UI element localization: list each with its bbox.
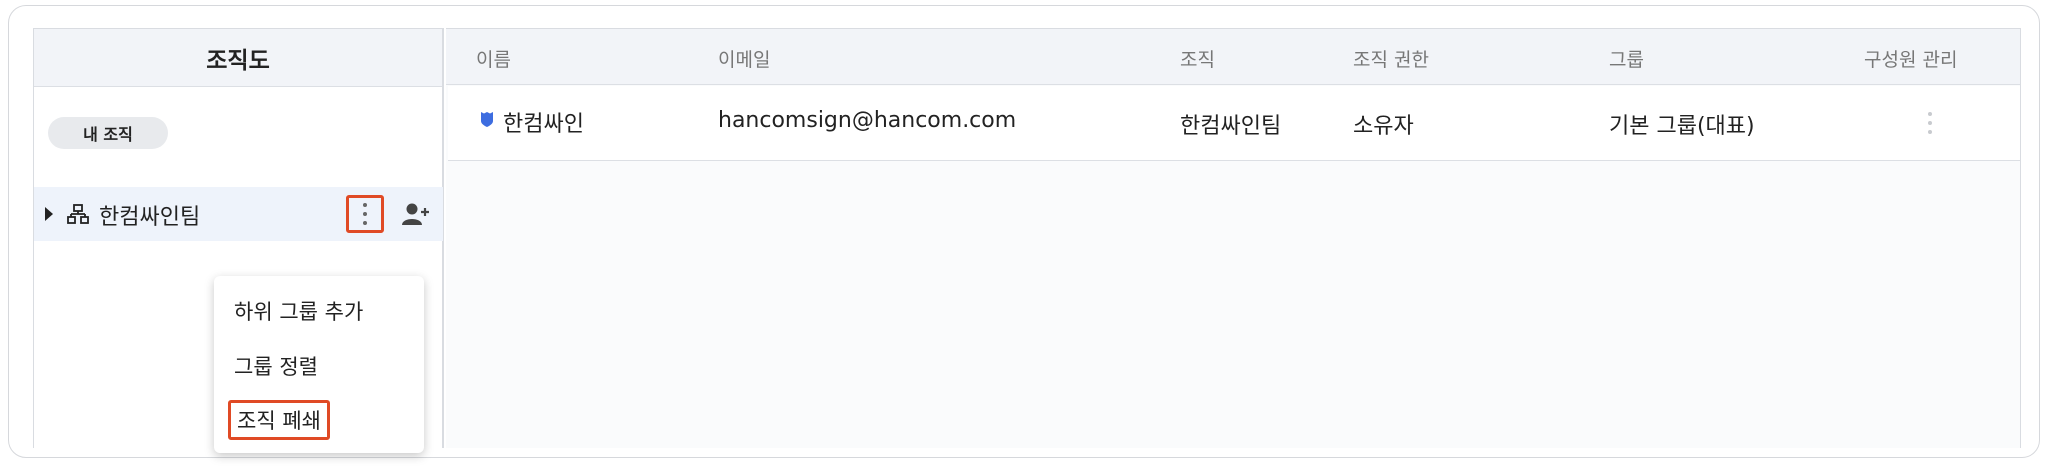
table-header: 이름 이메일 조직 조직 권한 그룹 구성원 관리 <box>446 29 2020 85</box>
tree-item-org[interactable]: 한컴싸인팀 <box>34 187 443 241</box>
table-row[interactable]: 한컴싸인 hancomsign@hancom.com 한컴싸인팀 소유자 기본 … <box>448 86 2020 161</box>
cell-org: 한컴싸인팀 <box>1180 114 1282 139</box>
menu-item-sort-group[interactable]: 그룹 정렬 <box>234 351 318 381</box>
column-header-email: 이메일 <box>718 49 771 71</box>
add-person-icon[interactable] <box>402 201 430 227</box>
column-header-role: 조직 권한 <box>1353 49 1429 71</box>
column-header-org: 조직 <box>1180 49 1215 71</box>
cell-email: hancomsign@hancom.com <box>718 108 1017 133</box>
caret-right-icon[interactable] <box>45 207 53 221</box>
column-header-name: 이름 <box>476 49 511 71</box>
member-table: 이름 이메일 조직 조직 권한 그룹 구성원 관리 한컴싸인 hancomsig… <box>446 28 2021 448</box>
tree-item-label: 한컴싸인팀 <box>99 205 201 230</box>
owner-shield-icon <box>481 112 493 127</box>
column-header-manage: 구성원 관리 <box>1864 49 1958 71</box>
menu-item-close-org[interactable]: 조직 폐쇄 <box>228 400 330 440</box>
cell-name: 한컴싸인 <box>503 112 584 137</box>
org-context-menu: 하위 그룹 추가 그룹 정렬 조직 폐쇄 <box>214 276 424 453</box>
org-tree-icon <box>67 204 89 224</box>
org-more-button[interactable] <box>346 195 384 233</box>
org-chart-panel: 조직도 내 조직 한컴싸인팀 하위 그룹 추가 그룹 정렬 조직 폐쇄 <box>33 28 444 453</box>
column-header-group: 그룹 <box>1609 49 1644 71</box>
row-more-icon[interactable] <box>1928 112 1932 134</box>
my-org-chip[interactable]: 내 조직 <box>48 117 168 149</box>
cell-role: 소유자 <box>1353 114 1414 139</box>
org-chart-title: 조직도 <box>34 29 442 87</box>
cell-group: 기본 그룹(대표) <box>1609 114 1755 139</box>
kebab-vertical-icon <box>363 203 367 225</box>
menu-item-add-subgroup[interactable]: 하위 그룹 추가 <box>234 296 363 326</box>
